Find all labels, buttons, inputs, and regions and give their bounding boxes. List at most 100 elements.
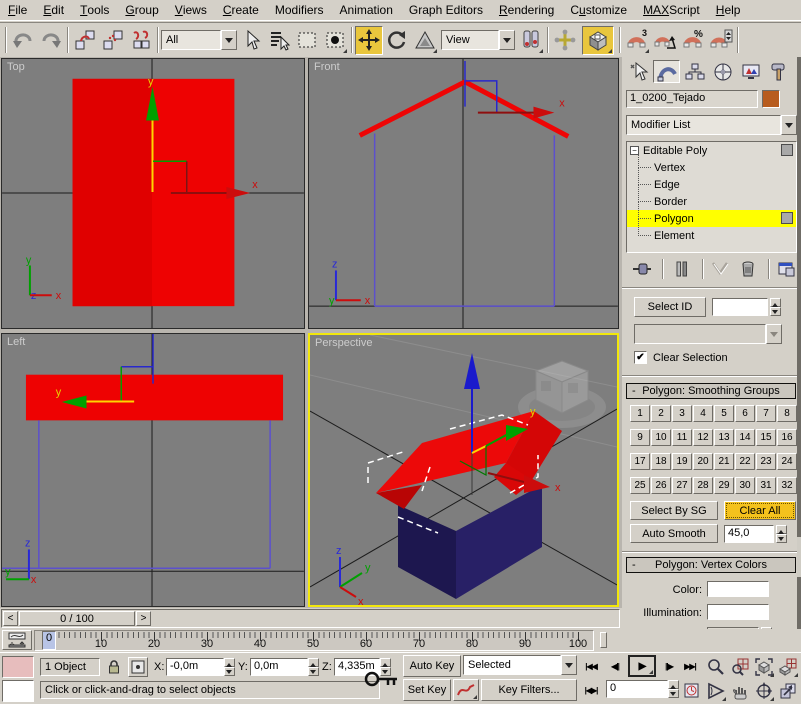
stack-item-border[interactable]: Border [627,193,796,210]
select-and-link-button[interactable] [71,26,99,55]
material-id-arrow[interactable] [766,324,782,344]
smoothing-group-20[interactable]: 20 [693,453,713,470]
current-frame-marker[interactable]: 0 [42,631,56,650]
left-viewport-canvas[interactable]: y z y x [2,334,304,606]
house-model[interactable] [376,411,562,599]
maxscript-listener-pane[interactable] [2,680,34,702]
smoothing-group-30[interactable]: 30 [735,477,755,494]
track-bar-ruler[interactable]: 0 102030405060708090100 [34,630,594,651]
stack-item-edge[interactable]: Edge [627,176,796,193]
subobject-color-swatch[interactable] [781,144,793,156]
go-to-end-button[interactable]: ▶▶| [680,656,700,677]
tab-modify[interactable] [653,60,680,83]
smoothing-group-29[interactable]: 29 [714,477,734,494]
key-filter-selection-dropdown[interactable]: Selected [463,655,577,675]
menu-modifiers[interactable]: Modifiers [267,0,332,21]
set-keys-button[interactable] [362,659,400,699]
y-coordinate-field[interactable]: 0,0m [250,658,308,676]
auto-smooth-field[interactable]: 45,0 [724,525,774,543]
smoothing-group-7[interactable]: 7 [756,405,776,422]
bind-to-space-warp-button[interactable] [127,26,155,55]
current-frame-field[interactable]: 0 [606,680,668,698]
viewport-label-left[interactable]: Left [7,336,25,348]
zoom-extents-button[interactable] [752,656,775,678]
select-by-name-button[interactable] [265,26,293,55]
unlink-selection-button[interactable] [99,26,127,55]
viewport-top[interactable]: Top y x [1,58,305,329]
vertex-color-swatch[interactable] [707,581,769,597]
zoom-button[interactable] [704,656,727,678]
menu-file[interactable]: File [0,0,35,21]
spinner-up-icon[interactable] [770,298,781,307]
open-mini-curve-editor-button[interactable] [2,630,32,650]
smoothing-group-4[interactable]: 4 [693,405,713,422]
smoothing-group-10[interactable]: 10 [651,429,671,446]
select-by-sg-button[interactable]: Select By SG [630,501,718,520]
stack-item-element[interactable]: Element [627,227,796,244]
selection-filter-dropdown[interactable]: All [161,30,237,50]
house-wireframe-left[interactable] [2,420,270,568]
key-filter-arrow[interactable] [561,655,577,675]
select-object-button[interactable] [237,26,265,55]
undo-button[interactable] [9,26,37,55]
pin-stack-button[interactable] [630,259,654,279]
auto-smooth-button[interactable]: Auto Smooth [630,524,718,543]
min-max-toggle-button[interactable] [776,680,799,702]
smoothing-group-16[interactable]: 16 [777,429,797,446]
smoothing-group-26[interactable]: 26 [651,477,671,494]
scrollbar-handle[interactable] [797,537,801,577]
clear-all-button[interactable]: Clear All [724,501,796,520]
subobject-color-swatch[interactable] [781,212,793,224]
tab-motion[interactable] [709,60,736,83]
absolute-mode-transform-toggle[interactable] [128,657,148,677]
window-crossing-toggle-button[interactable] [321,26,349,55]
viewport-label-top[interactable]: Top [7,61,25,73]
select-and-manipulate-button[interactable] [551,26,579,55]
next-frame-button[interactable]: ||▶ [658,656,680,677]
snaps-toggle-3-button[interactable]: 3 [623,26,651,55]
menu-views[interactable]: Views [167,0,215,21]
configure-modifier-sets-button[interactable] [774,259,798,279]
spinner-down-icon[interactable] [224,667,235,676]
illumination-swatch[interactable] [707,604,769,620]
zoom-all-button[interactable] [728,656,751,678]
zoom-extents-all-button[interactable] [776,656,799,678]
angle-snap-toggle-button[interactable] [651,26,679,55]
viewport-left[interactable]: Left y [1,333,305,607]
spinner-up-icon[interactable] [224,658,235,667]
rollout-smoothing-groups[interactable]: - Polygon: Smoothing Groups [626,383,796,399]
field-of-view-button[interactable] [704,680,727,702]
default-tangents-button[interactable] [453,679,479,701]
reference-coordinate-arrow[interactable] [499,30,515,50]
object-name-field[interactable]: 1_0200_Tejado [626,90,758,108]
time-configuration-button[interactable] [682,680,700,700]
snaps-toggle-button[interactable] [582,26,614,55]
smoothing-group-31[interactable]: 31 [756,477,776,494]
menu-rendering[interactable]: Rendering [491,0,562,21]
smoothing-group-1[interactable]: 1 [630,405,650,422]
make-unique-button[interactable] [708,259,732,279]
spinner-down-icon[interactable] [770,307,781,316]
smoothing-group-12[interactable]: 12 [693,429,713,446]
tab-hierarchy[interactable] [681,60,708,83]
smoothing-group-28[interactable]: 28 [693,477,713,494]
command-panel-scrollbar[interactable] [797,57,801,652]
y-spinner[interactable] [308,658,319,676]
track-bar-splitter[interactable] [600,632,607,648]
smoothing-group-11[interactable]: 11 [672,429,692,446]
spinner-down-icon[interactable] [776,534,787,543]
modifier-list-arrow[interactable] [781,115,797,135]
viewport-front[interactable]: Front x [308,58,619,329]
key-mode-toggle[interactable]: |◀▶| [580,680,602,701]
maxscript-macro-recorder-pane[interactable] [2,656,34,678]
smoothing-group-24[interactable]: 24 [777,453,797,470]
spinner-up-icon[interactable] [776,525,787,534]
stack-item-polygon[interactable]: Polygon [627,210,796,227]
menu-maxscript[interactable]: MAXScript [635,0,708,21]
rollout-vertex-colors[interactable]: - Polygon: Vertex Colors [626,557,796,573]
show-end-result-button[interactable] [670,259,694,279]
pan-view-button[interactable] [728,680,751,702]
select-and-scale-button[interactable] [411,26,439,55]
smoothing-group-27[interactable]: 27 [672,477,692,494]
selection-lock-toggle[interactable] [104,658,124,676]
